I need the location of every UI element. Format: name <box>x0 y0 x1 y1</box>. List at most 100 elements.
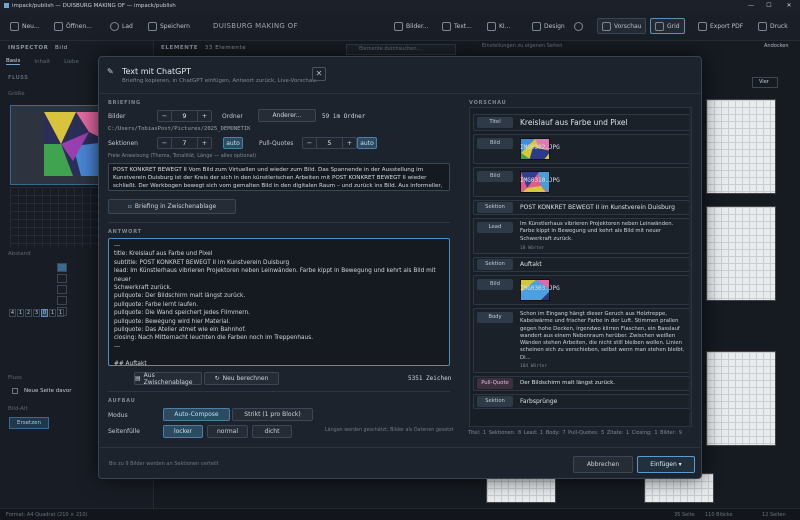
answer-line: --- <box>114 343 121 350</box>
preview-item-section: Sektion POST KONKRET BEWEGT II im Kunstv… <box>473 200 690 215</box>
replace-button[interactable]: Ersetzen <box>9 417 49 429</box>
window-titlebar: impack/publish — DUISBURG MAKING OF — im… <box>0 0 800 11</box>
images-label: Bilder <box>108 113 126 120</box>
close-window-icon[interactable]: ✕ <box>782 0 796 11</box>
page-thumb[interactable] <box>706 99 776 194</box>
clipboard-icon: ▤ <box>135 375 141 382</box>
page-thumb[interactable] <box>706 351 776 446</box>
structure-label: AUFBAU <box>108 398 136 404</box>
answer-line: lead: Im Künstlerhaus vibrieren Projekto… <box>114 268 436 283</box>
pager-item[interactable]: 4 <box>9 309 16 317</box>
new-page-before-checkbox[interactable]: Neue Seite davor <box>12 388 72 394</box>
answer-line: --- <box>114 243 121 249</box>
preview-item-image: Bild IMG0310.JPG <box>473 167 690 197</box>
answer-textarea[interactable]: --- title: Kreislauf aus Farbe und Pixel s… <box>108 238 450 366</box>
minimize-icon[interactable]: — <box>744 0 758 11</box>
fill-tight[interactable]: dicht <box>252 425 292 438</box>
clock-icon <box>110 21 119 31</box>
pager-item[interactable]: 1 <box>49 309 56 317</box>
images-button[interactable]: Bilder... <box>394 18 429 34</box>
body-word-count: 104 Wörter <box>520 364 548 369</box>
decrement-icon[interactable]: − <box>158 111 171 121</box>
save-button[interactable]: Speichern <box>148 18 190 34</box>
answer-label: ANTWORT <box>108 229 142 235</box>
pullquotes-stepper[interactable]: − 5 + <box>302 137 357 149</box>
zoom-select[interactable]: Vier <box>752 77 778 88</box>
increment-icon[interactable]: + <box>198 138 211 148</box>
sections-stepper[interactable]: − 7 + <box>157 137 212 149</box>
text-button[interactable]: Text... <box>442 18 472 34</box>
section-flow2: Fluss <box>8 375 22 381</box>
open-button[interactable]: Öffnen... <box>54 18 92 34</box>
answer-line: closing: Nach Mitternacht leuchten die F… <box>114 335 314 342</box>
insert-button[interactable]: Einfügen ▾ <box>637 456 695 473</box>
export-pdf-button[interactable]: Export PDF <box>698 18 743 34</box>
load-button[interactable]: Lad <box>110 18 133 34</box>
pager-item[interactable]: 1 <box>57 309 64 317</box>
elements-search[interactable]: Elemente durchsuchen... <box>346 44 456 55</box>
paste-from-clipboard-button[interactable]: ▤ Aus Zwischenablage <box>134 372 202 386</box>
images-stepper[interactable]: − 9 + <box>157 110 212 122</box>
fill-loose[interactable]: locker <box>163 425 203 438</box>
new-button[interactable]: Neu... <box>10 18 40 34</box>
mode-strict[interactable]: Strikt (1 pro Block) <box>232 408 313 421</box>
image-filename: IMG0303.JPG <box>520 285 560 292</box>
print-button[interactable]: Druck <box>758 18 788 34</box>
other-folder-button[interactable]: Anderer... <box>258 109 316 122</box>
paint-button[interactable] <box>574 18 583 34</box>
recalculate-button[interactable]: ↻ Neu berechnen <box>204 372 279 385</box>
preview-label: VORSCHAU <box>469 100 507 106</box>
refresh-icon: ↻ <box>214 375 220 382</box>
images-value[interactable]: 9 <box>171 111 198 121</box>
answer-line: pullquote: Farbe lernt laufen. <box>114 301 199 308</box>
preview-list[interactable]: Titel Kreislauf aus Farbe und Pixel Bild… <box>469 107 692 427</box>
status-blocks: 110 Blöcke <box>705 511 733 518</box>
cancel-button[interactable]: Abbrechen <box>573 456 633 473</box>
decrement-icon[interactable]: − <box>158 138 171 148</box>
grid-button[interactable]: Grid <box>650 18 685 34</box>
pullquotes-auto-button[interactable]: auto <box>357 137 377 149</box>
inspector-header: INSPECTOR Bild <box>8 45 68 51</box>
maximize-icon[interactable]: ☐ <box>762 0 776 11</box>
ki-button[interactable]: KI... <box>487 18 510 34</box>
anchor-button[interactable]: Andocken <box>764 43 789 49</box>
decrement-icon[interactable]: − <box>303 138 316 148</box>
tab-liebe[interactable]: Liebe <box>64 59 79 65</box>
fill-normal[interactable]: normal <box>207 425 248 438</box>
pager-item[interactable]: 2 <box>25 309 32 317</box>
pager-item[interactable]: 1 <box>17 309 24 317</box>
briefing-textarea[interactable]: POST KONKRET BEWEGT II Vom Bild zum Virt… <box>108 163 450 191</box>
copy-briefing-button[interactable]: ▫ Briefing in Zwischenablage <box>108 199 236 214</box>
magic-wand-icon: ✎ <box>107 67 114 76</box>
section-text: Auftakt <box>520 261 542 268</box>
pager-item[interactable]: 0 <box>41 309 48 317</box>
close-dialog-icon[interactable]: ✕ <box>312 67 326 81</box>
fill-label: Seitenfülle <box>108 428 140 435</box>
answer-line: pullquote: Die Wand speichert jedes Flim… <box>114 310 251 317</box>
tab-basis[interactable]: Basis <box>6 58 21 65</box>
mode-auto-compose[interactable]: Auto-Compose <box>163 408 230 421</box>
dialog-title: Text mit ChatGPT <box>122 67 192 76</box>
section-flow: FLUSS <box>8 75 29 81</box>
preview-button[interactable]: Vorschau <box>597 18 647 34</box>
tag-section: Sektion <box>477 396 513 407</box>
free-instruction-hint: Freie Anweisung (Thema, Tonalität, Länge… <box>108 153 257 159</box>
tag-image: Bild <box>477 138 513 149</box>
preview-item-section: Sektion Farbsprünge <box>473 394 690 409</box>
preview-scrollbar[interactable] <box>689 108 691 426</box>
sections-value[interactable]: 7 <box>171 138 198 148</box>
pager-item[interactable]: 3 <box>33 309 40 317</box>
tag-image: Bild <box>477 279 513 290</box>
pullquotes-value[interactable]: 5 <box>316 138 343 148</box>
tab-inhalt[interactable]: Inhalt <box>34 59 50 65</box>
increment-icon[interactable]: + <box>343 138 356 148</box>
sections-auto-button[interactable]: auto <box>223 137 243 149</box>
text-icon <box>442 21 451 31</box>
chatgpt-dialog: ✎ Text mit ChatGPT Briefing kopieren, in… <box>98 56 702 479</box>
page-thumb[interactable] <box>706 206 776 301</box>
image-filename: IMG0302.JPG <box>520 144 560 151</box>
answer-line: subtitle: POST KONKRET BEWEGT II im Kuns… <box>114 259 290 266</box>
design-button[interactable]: Design <box>532 18 565 34</box>
pullquotes-label: Pull-Quotes <box>259 140 294 147</box>
increment-icon[interactable]: + <box>198 111 211 121</box>
